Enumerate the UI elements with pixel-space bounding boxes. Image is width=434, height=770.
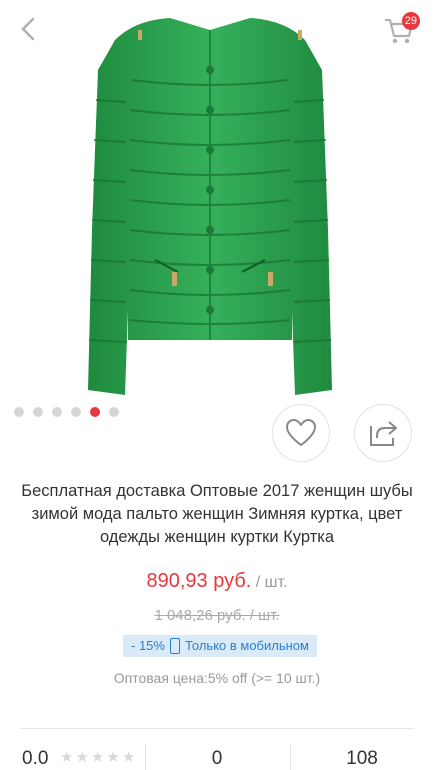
- gallery-dot[interactable]: [109, 407, 119, 417]
- price-unit: / шт.: [251, 574, 288, 591]
- product-title: Бесплатная доставка Оптовые 2017 женщин …: [21, 482, 413, 546]
- rating-stars[interactable]: ★ ★ ★ ★ ★: [60, 750, 135, 766]
- star-icon: ★: [121, 749, 136, 766]
- gallery-dot-active[interactable]: [90, 407, 100, 417]
- star-icon: ★: [75, 749, 89, 766]
- chevron-left-icon: [21, 17, 35, 41]
- back-button[interactable]: [14, 14, 44, 44]
- original-price: 1 048,26 руб. / шт.: [154, 607, 280, 624]
- star-icon: ★: [90, 749, 105, 766]
- product-stats: 0.0 ★ ★ ★ ★ ★ 0 108: [0, 740, 434, 770]
- share-button[interactable]: [354, 404, 412, 462]
- cart-button[interactable]: 29: [382, 12, 420, 48]
- favorite-button[interactable]: [272, 404, 330, 462]
- current-price: 890,93 руб.: [146, 570, 252, 592]
- product-image: [88, 18, 332, 395]
- star-icon: ★: [60, 749, 74, 766]
- mobile-only-label: Только в мобильном: [184, 638, 309, 653]
- heart-icon: [286, 419, 316, 446]
- rating-value: 0.0: [22, 748, 49, 769]
- cart-count-badge: 29: [401, 12, 420, 30]
- wholesale-price-info: Оптовая цена:5% off (>= 10 шт.): [113, 670, 321, 686]
- mobile-discount-badge: - 15% Только в мобильном: [123, 635, 317, 657]
- discount-percent: - 15%: [131, 638, 165, 653]
- reviews-count[interactable]: 0: [145, 748, 289, 770]
- price-row: 890,93 руб. / шт.: [0, 570, 434, 593]
- product-image-gallery[interactable]: 29: [0, 0, 434, 430]
- mobile-phone-icon: [169, 638, 180, 654]
- star-icon: ★: [106, 749, 120, 766]
- gallery-dot[interactable]: [33, 407, 43, 417]
- orders-count[interactable]: 108: [290, 748, 434, 770]
- share-icon: [370, 421, 397, 446]
- gallery-dot[interactable]: [71, 407, 81, 417]
- gallery-dot[interactable]: [14, 407, 24, 417]
- gallery-dot[interactable]: [52, 407, 62, 417]
- gallery-pagination: [14, 407, 119, 417]
- divider: [20, 728, 414, 729]
